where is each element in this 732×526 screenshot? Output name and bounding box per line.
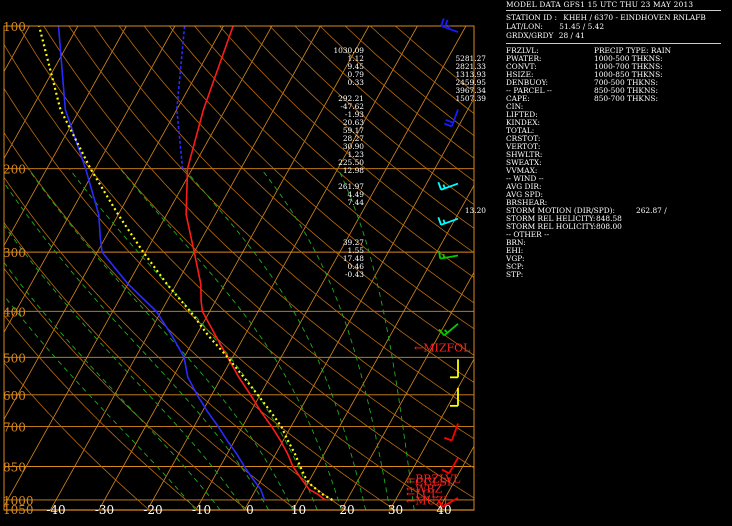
pressure-tick-label: 600: [3, 389, 26, 403]
pressure-bottom-label: 1050: [3, 503, 34, 517]
pressure-tick-label: 700: [3, 421, 26, 435]
grid-layer: [4, 26, 474, 510]
dry-adiabat-line: [68, 26, 474, 411]
pressure-tick-label: 200: [3, 163, 26, 177]
barb-shaft: [450, 109, 459, 127]
index-value: 7.44: [347, 198, 364, 207]
moist-adiabat-line: [68, 168, 318, 510]
moist-adiabat-line: [260, 168, 391, 510]
header-rule: [506, 43, 721, 44]
level-label: ←MIZFOL: [414, 342, 471, 355]
moist-adiabat-line: [183, 168, 367, 510]
latlon-row: LAT/LON: 51.45 / 5.42: [506, 23, 604, 31]
dry-adiabat-line: [18, 26, 474, 469]
index-value2: 1507.39: [455, 94, 486, 103]
barb-half-flag: [447, 24, 451, 29]
dry-adiabat-line: [294, 26, 474, 182]
latlon-value: 51.45 / 5.42: [559, 22, 605, 31]
dry-adiabat-line: [4, 314, 199, 510]
dry-adiabat-line: [269, 26, 474, 206]
wind-barb: [437, 217, 459, 226]
moist-adiabat-line: [337, 168, 415, 510]
isotherm-line: [98, 26, 370, 510]
title-rule: [506, 10, 721, 11]
tick-labels: 10020030040050060070085010001050 -40 -30 -2…: [3, 20, 452, 517]
isotherm-line: [292, 184, 474, 510]
barb-half-flag: [442, 253, 446, 259]
temperature-tick-label: 30: [388, 503, 403, 517]
barb-flag: [440, 18, 445, 27]
dry-adiabat-line: [4, 221, 297, 510]
sounding-indices-panel: MODEL DATA GFS1 15 UTC THU 23 MAY 2013 S…: [333, 0, 732, 526]
temperature-line: [185, 26, 326, 501]
grdx-value: 28 / 41: [558, 31, 585, 40]
barb-flag: [444, 436, 453, 442]
temperature-tick-label: -40: [46, 503, 65, 517]
isotherm-line: [50, 26, 321, 510]
grdx-row: GRDX/GRDY 28 / 41: [506, 32, 585, 40]
barb-flag: [445, 119, 454, 124]
dewpoint-line: [57, 26, 266, 501]
index-key2: 850-700 THKNS:: [594, 94, 658, 103]
index-key2: 262.87 /: [636, 206, 667, 215]
wind-barb: [437, 181, 459, 191]
dry-adiabat-line: [118, 26, 474, 356]
barb-half-flag: [442, 219, 446, 224]
dry-adiabat-line: [4, 87, 445, 510]
station-row: STATION ID : KHEH / 6370 - EINDHOVEN RNL…: [506, 14, 706, 22]
latlon-label: LAT/LON:: [506, 22, 543, 31]
barb-flag: [437, 217, 442, 226]
isotherm-line: [4, 26, 224, 421]
pressure-tick-label: 500: [3, 351, 26, 365]
temperature-tick-label: -10: [192, 503, 211, 517]
barb-flag: [437, 181, 442, 191]
barb-shaft: [443, 323, 459, 337]
model-title: MODEL DATA GFS1 15 UTC THU 23 MAY 2013: [506, 0, 694, 9]
index-value: -0.43: [345, 270, 364, 279]
temperature-tick-label: 20: [339, 503, 354, 517]
index-value2: 13.20: [464, 206, 486, 215]
station-value: KHEH / 6370 - EINDHOVEN RNLAFB: [563, 13, 706, 22]
index-key2: 808.00: [596, 222, 622, 231]
temperature-tick-label: -20: [143, 503, 162, 517]
wind-barb: [450, 359, 459, 379]
dry-adiabat-line: [194, 26, 474, 279]
pressure-tick-label: 100: [3, 20, 26, 34]
pressure-tick-label: 300: [3, 246, 26, 260]
moist-adiabat-line: [4, 224, 245, 510]
index-key: STP:: [506, 270, 524, 279]
index-value: 12.98: [342, 166, 364, 175]
temperature-tick-label: 10: [291, 503, 306, 517]
pressure-tick-label: 400: [3, 305, 26, 319]
level-labels: ←MIZFOL←BRZLVL←CCLSL←WBZ←LCL←MUZL: [406, 342, 471, 508]
wind-barb: [441, 457, 459, 475]
wind-barb: [440, 18, 459, 33]
temperature-tick-label: -30: [95, 503, 114, 517]
isotherm-line: [4, 26, 273, 508]
index-value: 0.33: [347, 78, 364, 87]
grdx-label: GRDX/GRDY: [506, 31, 554, 40]
barb-half-flag: [443, 329, 448, 334]
dry-adiabat-line: [168, 26, 474, 304]
isotherm-line: [4, 26, 176, 334]
barb-flag: [444, 122, 453, 128]
barb-shaft: [448, 457, 459, 474]
station-label: STATION ID :: [506, 13, 557, 22]
series-layer: [38, 26, 333, 501]
temperature-tick-label: 0: [246, 503, 254, 517]
parcel-line: [38, 26, 333, 501]
pressure-tick-label: 850: [3, 461, 26, 475]
barb-half-flag: [442, 184, 446, 189]
isotherm-line: [4, 26, 127, 247]
dry-adiabat-line: [4, 362, 150, 510]
skewt-chart: 10020030040050060070085010001050 -40 -30 -2…: [3, 18, 475, 517]
